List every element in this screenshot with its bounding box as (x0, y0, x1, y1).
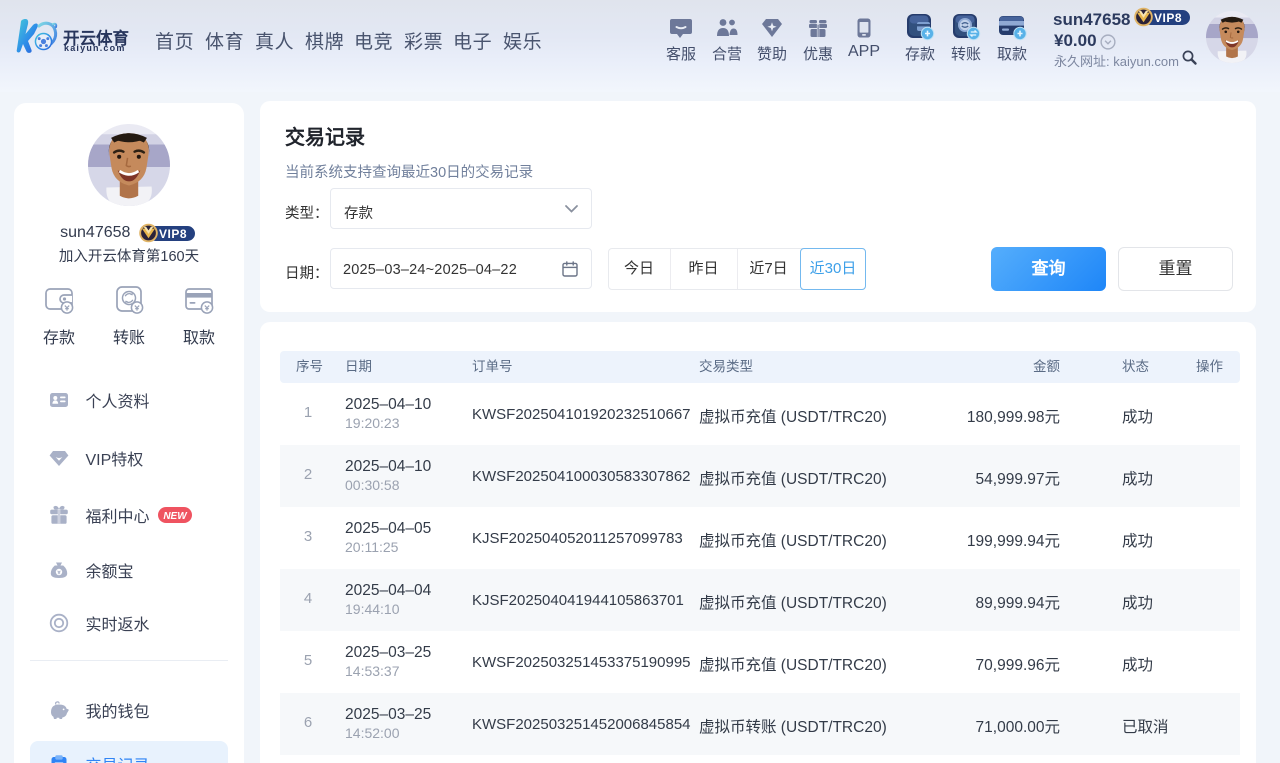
svg-text:VIP8: VIP8 (159, 227, 187, 241)
svg-text:VIP8: VIP8 (1154, 11, 1182, 25)
svg-text:NEW: NEW (163, 511, 188, 522)
